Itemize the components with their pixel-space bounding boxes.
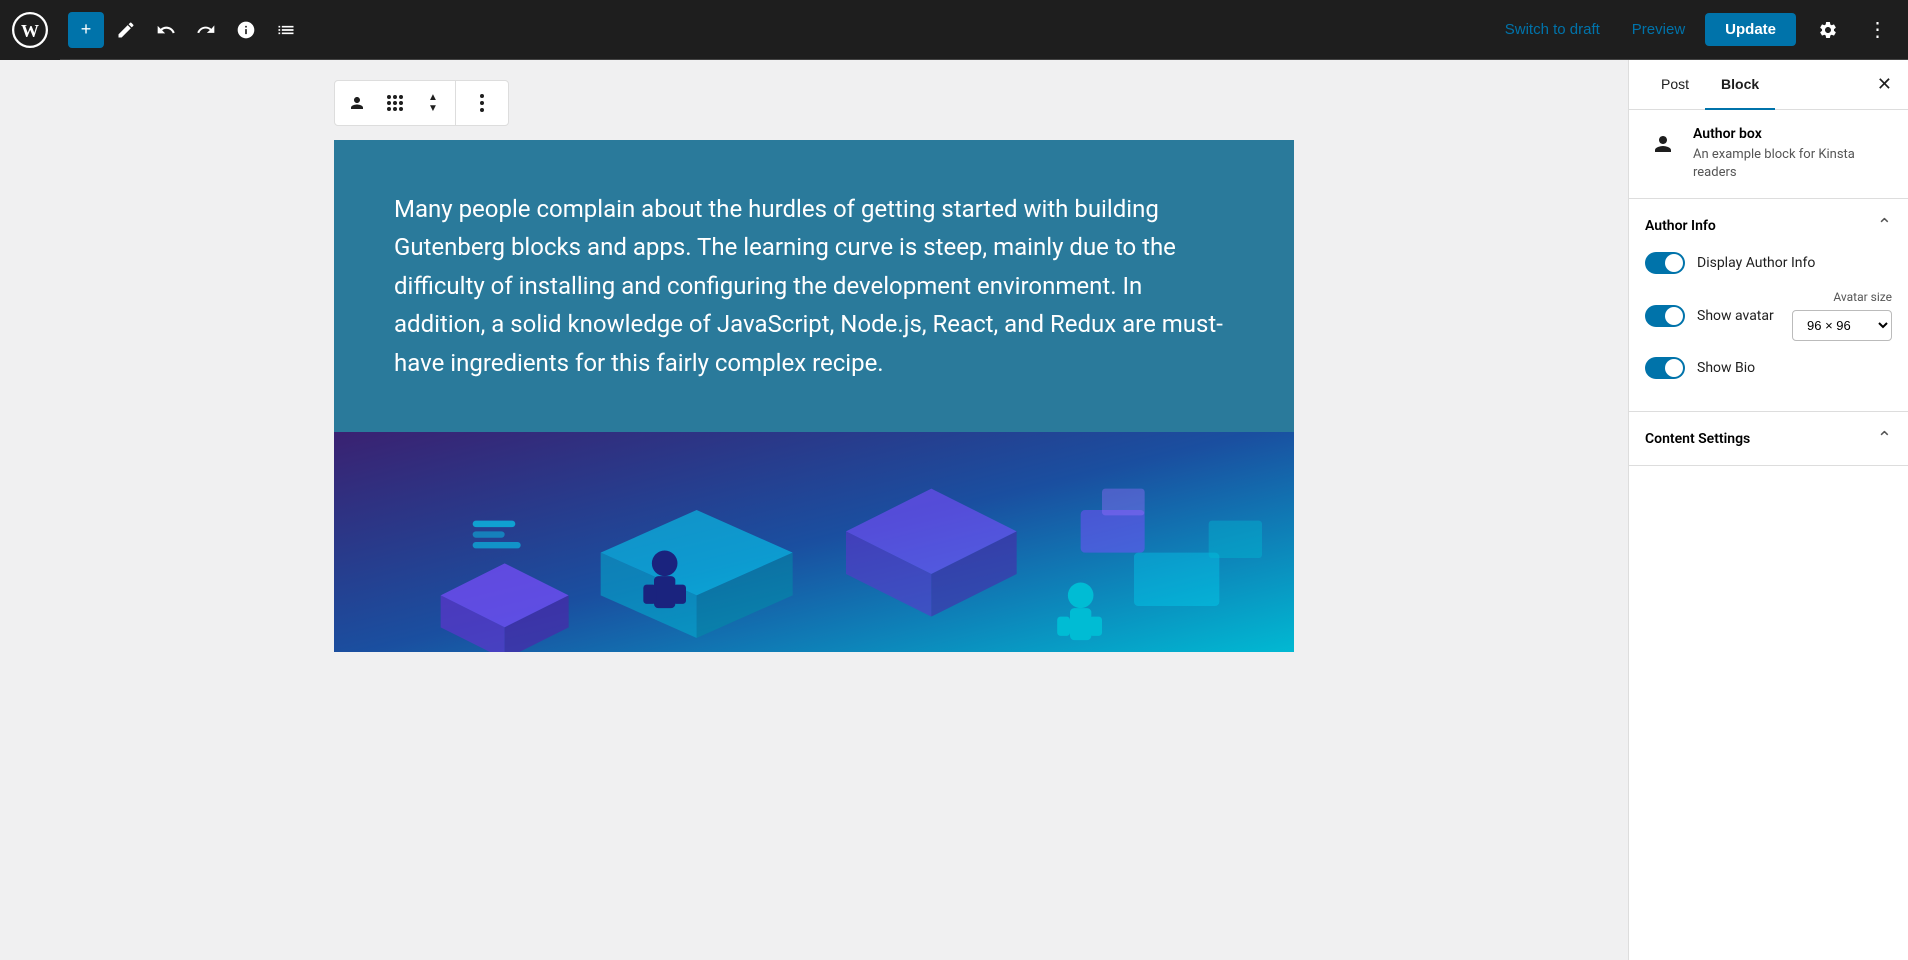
- main-layout: ▲ ▼ Many people complain about the hurdl…: [0, 60, 1908, 960]
- preview-button[interactable]: Preview: [1620, 15, 1697, 44]
- display-author-info-toggle[interactable]: [1645, 252, 1685, 274]
- avatar-row-left: Show avatar: [1645, 305, 1780, 327]
- sidebar-tabs: Post Block ✕: [1629, 60, 1908, 110]
- settings-button[interactable]: [1804, 6, 1852, 54]
- update-button[interactable]: Update: [1705, 13, 1796, 46]
- author-info-body: Display Author Info Show avatar Avatar s…: [1629, 252, 1908, 411]
- editor-area: ▲ ▼ Many people complain about the hurdl…: [0, 60, 1628, 960]
- redo-button[interactable]: [188, 12, 224, 48]
- avatar-size-select[interactable]: 96 × 96: [1792, 310, 1892, 341]
- image-block: [334, 432, 1294, 652]
- block-description: An example block for Kinsta readers: [1693, 146, 1892, 182]
- show-bio-row: Show Bio: [1645, 357, 1892, 379]
- show-bio-toggle[interactable]: [1645, 357, 1685, 379]
- tab-post[interactable]: Post: [1645, 60, 1705, 110]
- tab-block[interactable]: Block: [1705, 60, 1775, 110]
- updown-icon: ▲ ▼: [428, 93, 438, 114]
- top-toolbar: W + Switch to draft Preview Update ⋮: [0, 0, 1908, 60]
- block-info-section: Author box An example block for Kinsta r…: [1629, 110, 1908, 199]
- editor-content: ▲ ▼ Many people complain about the hurdl…: [334, 80, 1294, 940]
- author-info-panel: Author Info ⌃ Display Author Info: [1629, 199, 1908, 412]
- add-block-button[interactable]: +: [68, 12, 104, 48]
- content-settings-title: Content Settings: [1645, 431, 1750, 447]
- drag-icon: [387, 95, 403, 111]
- options-icon: [480, 94, 484, 112]
- more-options-button[interactable]: ⋮: [1860, 12, 1896, 48]
- block-name: Author box: [1693, 126, 1892, 142]
- show-avatar-label: Show avatar: [1697, 308, 1780, 324]
- avatar-row-right: Avatar size 96 × 96: [1792, 290, 1892, 341]
- avatar-size-label: Avatar size: [1833, 290, 1892, 304]
- block-info-text: Author box An example block for Kinsta r…: [1693, 126, 1892, 182]
- info-button[interactable]: [228, 12, 264, 48]
- block-type-button[interactable]: [339, 85, 375, 121]
- sidebar-close-button[interactable]: ✕: [1877, 60, 1892, 109]
- content-settings-panel: Content Settings ⌃: [1629, 412, 1908, 466]
- undo-button[interactable]: [148, 12, 184, 48]
- show-avatar-toggle[interactable]: [1645, 305, 1685, 327]
- content-settings-chevron: ⌃: [1877, 428, 1892, 449]
- author-info-header[interactable]: Author Info ⌃: [1629, 199, 1908, 252]
- block-paragraph: Many people complain about the hurdles o…: [394, 190, 1234, 382]
- block-options-button[interactable]: [464, 85, 500, 121]
- wp-logo: W: [0, 0, 60, 60]
- svg-text:W: W: [21, 20, 39, 40]
- content-settings-header[interactable]: Content Settings ⌃: [1629, 412, 1908, 465]
- show-bio-label: Show Bio: [1697, 360, 1892, 376]
- content-block[interactable]: Many people complain about the hurdles o…: [334, 140, 1294, 432]
- block-toolbar-right: [456, 81, 508, 125]
- block-toolbar-left: ▲ ▼: [335, 81, 456, 125]
- display-author-info-row: Display Author Info: [1645, 252, 1892, 274]
- author-info-chevron: ⌃: [1877, 215, 1892, 236]
- drag-button[interactable]: [377, 85, 413, 121]
- move-updown-button[interactable]: ▲ ▼: [415, 85, 451, 121]
- block-toolbar: ▲ ▼: [334, 80, 509, 126]
- author-info-title: Author Info: [1645, 218, 1716, 234]
- show-avatar-row: Show avatar Avatar size 96 × 96: [1645, 290, 1892, 341]
- display-author-info-label: Display Author Info: [1697, 255, 1892, 271]
- toolbar-left: +: [60, 12, 1481, 48]
- switch-to-draft-button[interactable]: Switch to draft: [1493, 15, 1612, 44]
- list-view-button[interactable]: [268, 12, 304, 48]
- edit-mode-button[interactable]: [108, 12, 144, 48]
- toolbar-right: Switch to draft Preview Update ⋮: [1481, 6, 1908, 54]
- sidebar: Post Block ✕ Author box An example block…: [1628, 60, 1908, 960]
- block-info-icon: [1645, 126, 1681, 162]
